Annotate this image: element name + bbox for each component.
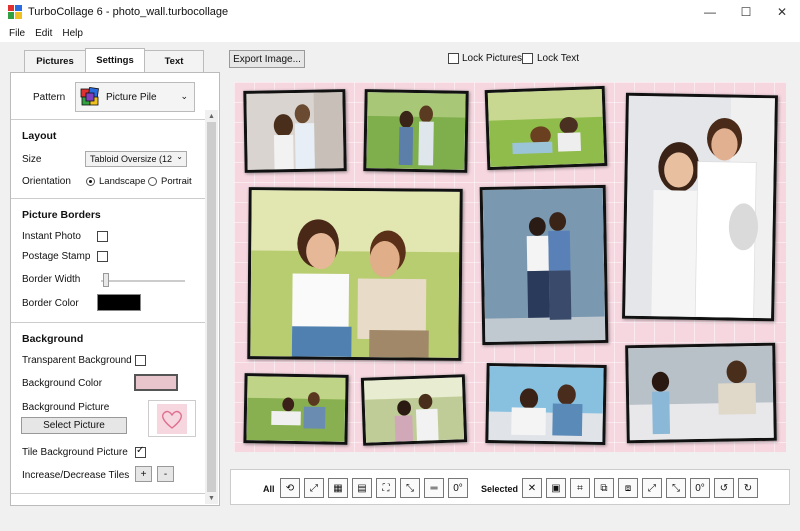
collage-photo[interactable] bbox=[479, 184, 609, 346]
landscape-radio[interactable] bbox=[86, 177, 95, 186]
picture-pile-icon bbox=[80, 87, 99, 106]
portrait-label: Portrait bbox=[161, 176, 192, 187]
title-bar: TurboCollage 6 - photo_wall.turbocollage… bbox=[0, 0, 800, 24]
border-width-slider[interactable] bbox=[101, 280, 185, 282]
divider bbox=[11, 198, 206, 199]
transparent-bg-checkbox[interactable] bbox=[135, 355, 146, 366]
slider-handle[interactable] bbox=[103, 273, 109, 287]
transparent-bg-label: Transparent Background bbox=[22, 355, 132, 366]
app-icon bbox=[8, 5, 22, 19]
minimize-button[interactable]: — bbox=[692, 0, 728, 24]
expand-icon[interactable]: ⤢ bbox=[304, 478, 324, 498]
settings-panel: Pattern Picture Pile ⌄ Layout Size Tablo… bbox=[10, 72, 220, 506]
menu-file[interactable]: File bbox=[4, 28, 30, 39]
maximize-button[interactable]: ☐ bbox=[728, 0, 764, 24]
postage-stamp-label: Postage Stamp bbox=[22, 251, 91, 262]
rotate-zero-selected-icon[interactable]: 0° bbox=[690, 478, 710, 498]
scroll-down-icon[interactable]: ▼ bbox=[205, 492, 218, 504]
divider bbox=[11, 493, 206, 494]
collage-canvas[interactable] bbox=[234, 82, 786, 452]
decrease-tiles-button[interactable]: - bbox=[157, 466, 174, 482]
shuffle-icon[interactable]: ⟲ bbox=[280, 478, 300, 498]
menu-edit[interactable]: Edit bbox=[30, 28, 57, 39]
landscape-label: Landscape bbox=[99, 176, 146, 187]
pattern-dropdown[interactable]: Picture Pile ⌄ bbox=[75, 82, 195, 112]
lock-pictures-label: Lock Pictures bbox=[462, 53, 523, 64]
delete-icon[interactable]: ✕ bbox=[522, 478, 542, 498]
rotate-right-icon[interactable]: ↻ bbox=[738, 478, 758, 498]
collage-photo[interactable] bbox=[243, 373, 349, 445]
tab-text[interactable]: Text bbox=[144, 50, 204, 72]
layout-title: Layout bbox=[22, 130, 57, 142]
divider bbox=[11, 322, 206, 323]
scroll-thumb[interactable] bbox=[207, 122, 216, 492]
instant-photo-checkbox[interactable] bbox=[97, 231, 108, 242]
select-picture-button[interactable]: Select Picture bbox=[21, 417, 127, 434]
collage-photo[interactable] bbox=[485, 362, 607, 446]
background-title: Background bbox=[22, 333, 84, 345]
tile-bg-checkbox[interactable] bbox=[135, 445, 146, 458]
collage-photo[interactable] bbox=[247, 187, 463, 361]
size-value: Tabloid Oversize (12 bbox=[90, 154, 173, 164]
rotate-zero-icon[interactable]: 0° bbox=[448, 478, 468, 498]
bg-color-label: Background Color bbox=[22, 378, 103, 389]
lock-text-label: Lock Text bbox=[537, 53, 580, 64]
align-icon[interactable]: ═ bbox=[424, 478, 444, 498]
crop-icon[interactable]: ⌗ bbox=[570, 478, 590, 498]
heart-icon bbox=[157, 403, 187, 434]
bg-picture-label: Background Picture bbox=[22, 402, 110, 413]
orientation-label: Orientation bbox=[22, 176, 71, 187]
collage-photo[interactable] bbox=[622, 92, 778, 322]
image-icon[interactable]: ▣ bbox=[546, 478, 566, 498]
lock-pictures-checkbox[interactable] bbox=[448, 53, 459, 64]
tile-bg-label: Tile Background Picture bbox=[22, 447, 128, 458]
tab-pictures[interactable]: Pictures bbox=[24, 50, 86, 72]
menu-help[interactable]: Help bbox=[57, 28, 88, 39]
send-back-icon[interactable]: ⧈ bbox=[618, 478, 638, 498]
increase-tiles-button[interactable]: + bbox=[135, 466, 152, 482]
collage-photo[interactable] bbox=[625, 342, 777, 444]
grid-icon[interactable]: ▦ bbox=[328, 478, 348, 498]
scroll-up-icon[interactable]: ▲ bbox=[205, 110, 218, 122]
fit-icon[interactable]: ⛶ bbox=[376, 478, 396, 498]
collage-photo[interactable] bbox=[484, 85, 608, 171]
selected-label: Selected bbox=[481, 484, 519, 494]
shrink-icon[interactable]: ⤡ bbox=[400, 478, 420, 498]
expand-selected-icon[interactable]: ⤢ bbox=[642, 478, 662, 498]
lock-text-checkbox[interactable] bbox=[522, 53, 533, 64]
pattern-label: Pattern bbox=[33, 91, 66, 103]
pattern-value: Picture Pile bbox=[106, 91, 157, 103]
collage-photo[interactable] bbox=[360, 374, 468, 446]
chevron-down-icon: ⌄ bbox=[180, 91, 188, 101]
tab-settings[interactable]: Settings bbox=[85, 48, 145, 72]
divider bbox=[11, 119, 206, 120]
collage-photo[interactable] bbox=[243, 89, 347, 173]
border-width-label: Border Width bbox=[22, 274, 81, 285]
bg-picture-preview[interactable] bbox=[148, 400, 196, 437]
bring-front-icon[interactable]: ⧉ bbox=[594, 478, 614, 498]
tiles-label: Increase/Decrease Tiles bbox=[22, 470, 130, 481]
postage-stamp-checkbox[interactable] bbox=[97, 251, 108, 262]
rotate-left-icon[interactable]: ↺ bbox=[714, 478, 734, 498]
size-dropdown[interactable]: Tabloid Oversize (12 ⌄ bbox=[85, 151, 187, 167]
shrink-selected-icon[interactable]: ⤡ bbox=[666, 478, 686, 498]
portrait-radio[interactable] bbox=[148, 177, 157, 186]
panel-scrollbar[interactable]: ▲ ▼ bbox=[205, 110, 218, 504]
bg-color-swatch[interactable] bbox=[134, 374, 178, 391]
all-label: All bbox=[263, 484, 275, 494]
borders-title: Picture Borders bbox=[22, 209, 101, 221]
grid-alt-icon[interactable]: ▤ bbox=[352, 478, 372, 498]
border-color-label: Border Color bbox=[22, 298, 79, 309]
border-color-swatch[interactable] bbox=[97, 294, 141, 311]
arrange-toolbar: All ⟲ ⤢ ▦ ▤ ⛶ ⤡ ═ 0° Selected ✕ ▣ ⌗ ⧉ ⧈ … bbox=[230, 469, 790, 505]
collage-photo[interactable] bbox=[363, 89, 469, 173]
chevron-down-icon: ⌄ bbox=[176, 152, 183, 161]
menu-bar: File Edit Help bbox=[0, 24, 800, 42]
instant-photo-label: Instant Photo bbox=[22, 231, 81, 242]
export-image-button[interactable]: Export Image... bbox=[229, 50, 305, 68]
panel-tabs: Pictures Settings Text bbox=[24, 48, 204, 72]
window-title: TurboCollage 6 - photo_wall.turbocollage bbox=[28, 6, 229, 18]
close-button[interactable]: ✕ bbox=[764, 0, 800, 24]
size-label: Size bbox=[22, 154, 42, 165]
